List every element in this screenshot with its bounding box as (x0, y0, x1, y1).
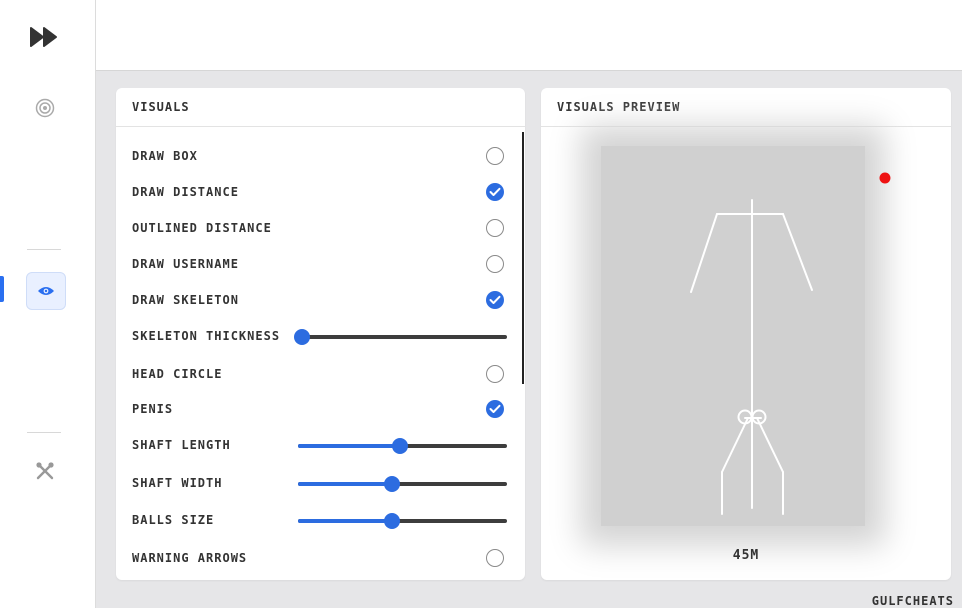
sidebar-divider (27, 249, 61, 250)
checkmark-icon (489, 187, 501, 196)
visuals-panel-title: VISUALS (116, 88, 525, 127)
draw-box-label: DRAW BOX (132, 149, 198, 163)
skeleton-thickness-label: SKELETON THICKNESS (132, 329, 281, 343)
top-bar (96, 0, 962, 71)
balls-size-slider-thumb[interactable] (384, 513, 401, 529)
head-circle-checkbox[interactable] (486, 365, 504, 383)
skeleton-right-arm (782, 213, 813, 291)
shaft-length-slider-thumb[interactable] (392, 438, 409, 454)
draw-skeleton-label: DRAW SKELETON (132, 293, 239, 307)
shaft-width-label: SHAFT WIDTH (132, 476, 223, 490)
skeleton-left-arm (690, 213, 718, 293)
skeleton-thickness-slider[interactable] (294, 329, 507, 345)
shaft-length-label: SHAFT LENGTH (132, 438, 231, 452)
penis-checkbox[interactable] (486, 400, 504, 418)
skeleton-thickness-slider-thumb[interactable] (294, 329, 310, 345)
draw-skeleton-checkbox[interactable] (486, 291, 504, 309)
draw-username-label: DRAW USERNAME (132, 257, 239, 271)
sidebar-item-visuals[interactable] (26, 272, 66, 310)
balls-size-slider-fill (298, 519, 393, 523)
visuals-panel: VISUALS DRAW BOX DRAW DISTANCE OUTLINED DI… (116, 88, 525, 580)
shaft-width-slider[interactable] (298, 476, 507, 492)
shaft-width-slider-fill (298, 482, 393, 486)
red-dot-marker (879, 172, 891, 184)
balls-size-label: BALLS SIZE (132, 513, 215, 527)
shaft-length-slider[interactable] (298, 438, 507, 454)
sidebar-divider (27, 432, 61, 433)
target-icon[interactable] (34, 97, 56, 119)
outlined-distance-label: OUTLINED DISTANCE (132, 221, 272, 235)
head-circle-label: HEAD CIRCLE (132, 367, 223, 381)
penis-label: PENIS (132, 402, 174, 416)
skeleton-right-thigh (756, 417, 784, 473)
visuals-preview-panel: VISUALS PREVIEW 45M (541, 88, 951, 580)
brand-label: GULFCHEATS (871, 594, 954, 608)
draw-username-checkbox[interactable] (486, 255, 504, 273)
skeleton-left-thigh (721, 417, 749, 473)
tools-icon[interactable] (34, 460, 56, 482)
draw-distance-checkbox[interactable] (486, 183, 504, 201)
shaft-width-slider-thumb[interactable] (384, 476, 401, 492)
shaft-length-slider-fill (298, 444, 401, 448)
distance-label: 45M (732, 548, 760, 563)
active-tab-marker (0, 276, 4, 302)
checkmark-icon (489, 404, 501, 413)
warning-arrows-checkbox[interactable] (486, 549, 504, 567)
skeleton-preview (690, 172, 891, 515)
eye-icon (37, 282, 55, 301)
draw-distance-label: DRAW DISTANCE (132, 185, 239, 199)
checkmark-icon (489, 295, 501, 304)
scrollbar[interactable] (522, 132, 524, 384)
outlined-distance-checkbox[interactable] (486, 219, 504, 237)
fast-forward-icon[interactable] (28, 24, 62, 50)
balls-size-slider[interactable] (298, 513, 507, 529)
draw-box-checkbox[interactable] (486, 147, 504, 165)
sidebar (0, 0, 96, 608)
warning-arrows-label: WARNING ARROWS (132, 551, 248, 565)
